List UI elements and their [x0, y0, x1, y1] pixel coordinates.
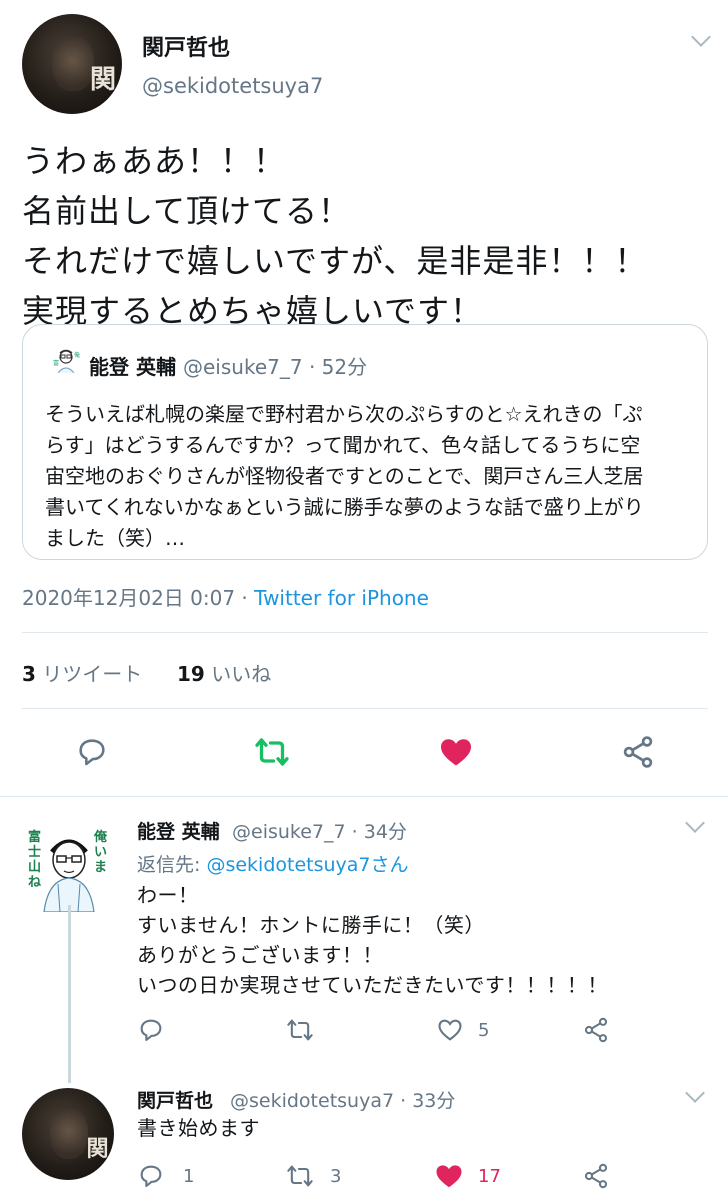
reply-time: 33分	[412, 1090, 456, 1112]
quoted-author-name: 能登 英輔	[89, 355, 176, 379]
svg-text:俺: 俺	[74, 351, 80, 359]
reply-1-avatar[interactable]: 富士山ね 俺いま	[20, 822, 116, 912]
reply-to-line: 返信先: @sekidotetsuya7さん	[137, 850, 409, 877]
avatar-caption-right: 俺いま	[94, 830, 108, 875]
quoted-text-line: 書いてくれないかなぁという誠に勝手な夢のような話で盛り上がり	[45, 495, 644, 519]
divider	[22, 708, 708, 709]
retweet-icon[interactable]	[253, 734, 291, 770]
reply-text-line: わー！	[137, 883, 199, 907]
reply-author-handle[interactable]: @sekidotetsuya7	[230, 1090, 394, 1112]
divider	[0, 796, 728, 797]
reply-text-line: ありがとうございます！！	[137, 943, 383, 967]
main-author-avatar[interactable]: 関	[22, 14, 122, 114]
like-stat[interactable]: 19 いいね	[177, 662, 271, 686]
reply-icon[interactable]	[137, 1016, 165, 1044]
share-icon[interactable]	[582, 1016, 610, 1044]
tweet-timestamp: 2020年12月02日 0:07 · Twitter for iPhone	[22, 586, 429, 610]
reply-like-count: 5	[478, 1020, 490, 1041]
share-icon[interactable]	[582, 1162, 610, 1190]
like-icon[interactable]	[436, 1016, 464, 1044]
avatar-mark: 関	[89, 65, 116, 95]
like-count: 19	[177, 662, 205, 686]
person-drawing-icon: 富 俺	[53, 349, 80, 374]
quoted-text-line: 宙空地のおぐりさんが怪物役者ですとのことで、関戸さん三人芝居	[45, 464, 644, 488]
divider	[22, 632, 708, 633]
quoted-tweet-card[interactable]: 富 俺 能登 英輔 @eisuke7_7 · 52分 そういえば札幌の楽屋で野村…	[22, 324, 708, 560]
reply-text: わー！ すいません！ホントに勝手に！（笑） ありがとうございます！！ いつの日か実現さ…	[137, 880, 608, 1000]
chevron-down-icon[interactable]	[685, 813, 705, 833]
avatar-caption-left: 富士山ね	[28, 830, 42, 890]
retweet-count: 3	[22, 662, 36, 686]
reply-text-line: 書き始めます	[137, 1116, 260, 1140]
chevron-down-icon[interactable]	[685, 1083, 705, 1103]
reply-author-handle[interactable]: @eisuke7_7	[232, 821, 346, 843]
reply-2-avatar[interactable]: 関	[22, 1088, 114, 1180]
timestamp-text[interactable]: 2020年12月02日 0:07	[22, 586, 235, 610]
reply-author-name[interactable]: 関戸哲也	[137, 1086, 213, 1113]
reply-author-name[interactable]: 能登 英輔	[137, 817, 220, 844]
retweet-icon[interactable]	[285, 1162, 315, 1190]
like-icon[interactable]	[434, 1161, 464, 1191]
reply-to-prefix: 返信先:	[137, 854, 207, 876]
like-icon[interactable]	[438, 734, 474, 770]
quoted-author-avatar: 富 俺	[51, 345, 81, 375]
main-author-name[interactable]: 関戸哲也	[142, 30, 230, 62]
quoted-text-line: らす」はどうするんですか？って聞かれて、色々話してるうちに空	[45, 433, 641, 457]
reply-text: 書き始めます	[137, 1113, 260, 1143]
chevron-down-icon[interactable]	[691, 27, 711, 47]
reply-icon[interactable]	[75, 735, 109, 769]
like-label: いいね	[211, 662, 272, 686]
tweet-stats: 3 リツイート 19 いいね	[22, 658, 271, 687]
tweet-text-line: 名前出して頂けてる！	[22, 192, 352, 230]
avatar-mark: 関	[86, 1136, 109, 1163]
reply-text-line: すいません！ホントに勝手に！（笑）	[137, 913, 485, 937]
quoted-author-handle: @eisuke7_7	[183, 355, 303, 379]
reply-icon[interactable]	[137, 1162, 165, 1190]
thread-connector-line	[68, 905, 71, 1083]
retweet-label: リツイート	[42, 662, 143, 686]
tweet-text-line: それだけで嬉しいですが、是非是非！！！	[22, 242, 648, 280]
quoted-text-line: ました（笑）…	[45, 526, 185, 550]
main-tweet-text: うわぁああ！！！ 名前出して頂けてる！ それだけで嬉しいですが、是非是非！！！ 実現す…	[22, 136, 647, 336]
quoted-time: 52分	[321, 355, 368, 379]
retweet-icon[interactable]	[285, 1016, 315, 1044]
reply-like-count: 17	[478, 1166, 501, 1187]
tweet-text-line: うわぁああ！！！	[22, 142, 287, 180]
quoted-text-line: そういえば札幌の楽屋で野村君から次のぷらすのと☆えれきの「ぷ	[45, 402, 643, 426]
retweet-stat[interactable]: 3 リツイート	[22, 662, 142, 686]
avatar-face	[49, 1108, 89, 1159]
avatar-face	[52, 36, 94, 91]
tweet-source-link[interactable]: Twitter for iPhone	[254, 586, 429, 610]
reply-to-mention[interactable]: @sekidotetsuya7さん	[206, 854, 408, 876]
reply-retweet-count: 3	[330, 1166, 342, 1187]
svg-text:富: 富	[53, 359, 59, 367]
quoted-meta: @eisuke7_7 · 52分	[183, 355, 368, 379]
reply-meta: @sekidotetsuya7 · 33分	[230, 1090, 456, 1112]
reply-reply-count: 1	[183, 1166, 195, 1187]
reply-meta: @eisuke7_7 · 34分	[232, 821, 407, 843]
quoted-tweet-text: そういえば札幌の楽屋で野村君から次のぷらすのと☆えれきの「ぷ らす」はどうするんで…	[45, 399, 695, 554]
reply-text-line: いつの日か実現させていただきたいです！！！！！	[137, 973, 608, 997]
reply-time: 34分	[363, 821, 407, 843]
share-icon[interactable]	[620, 734, 656, 770]
main-author-handle[interactable]: @sekidotetsuya7	[142, 74, 323, 98]
